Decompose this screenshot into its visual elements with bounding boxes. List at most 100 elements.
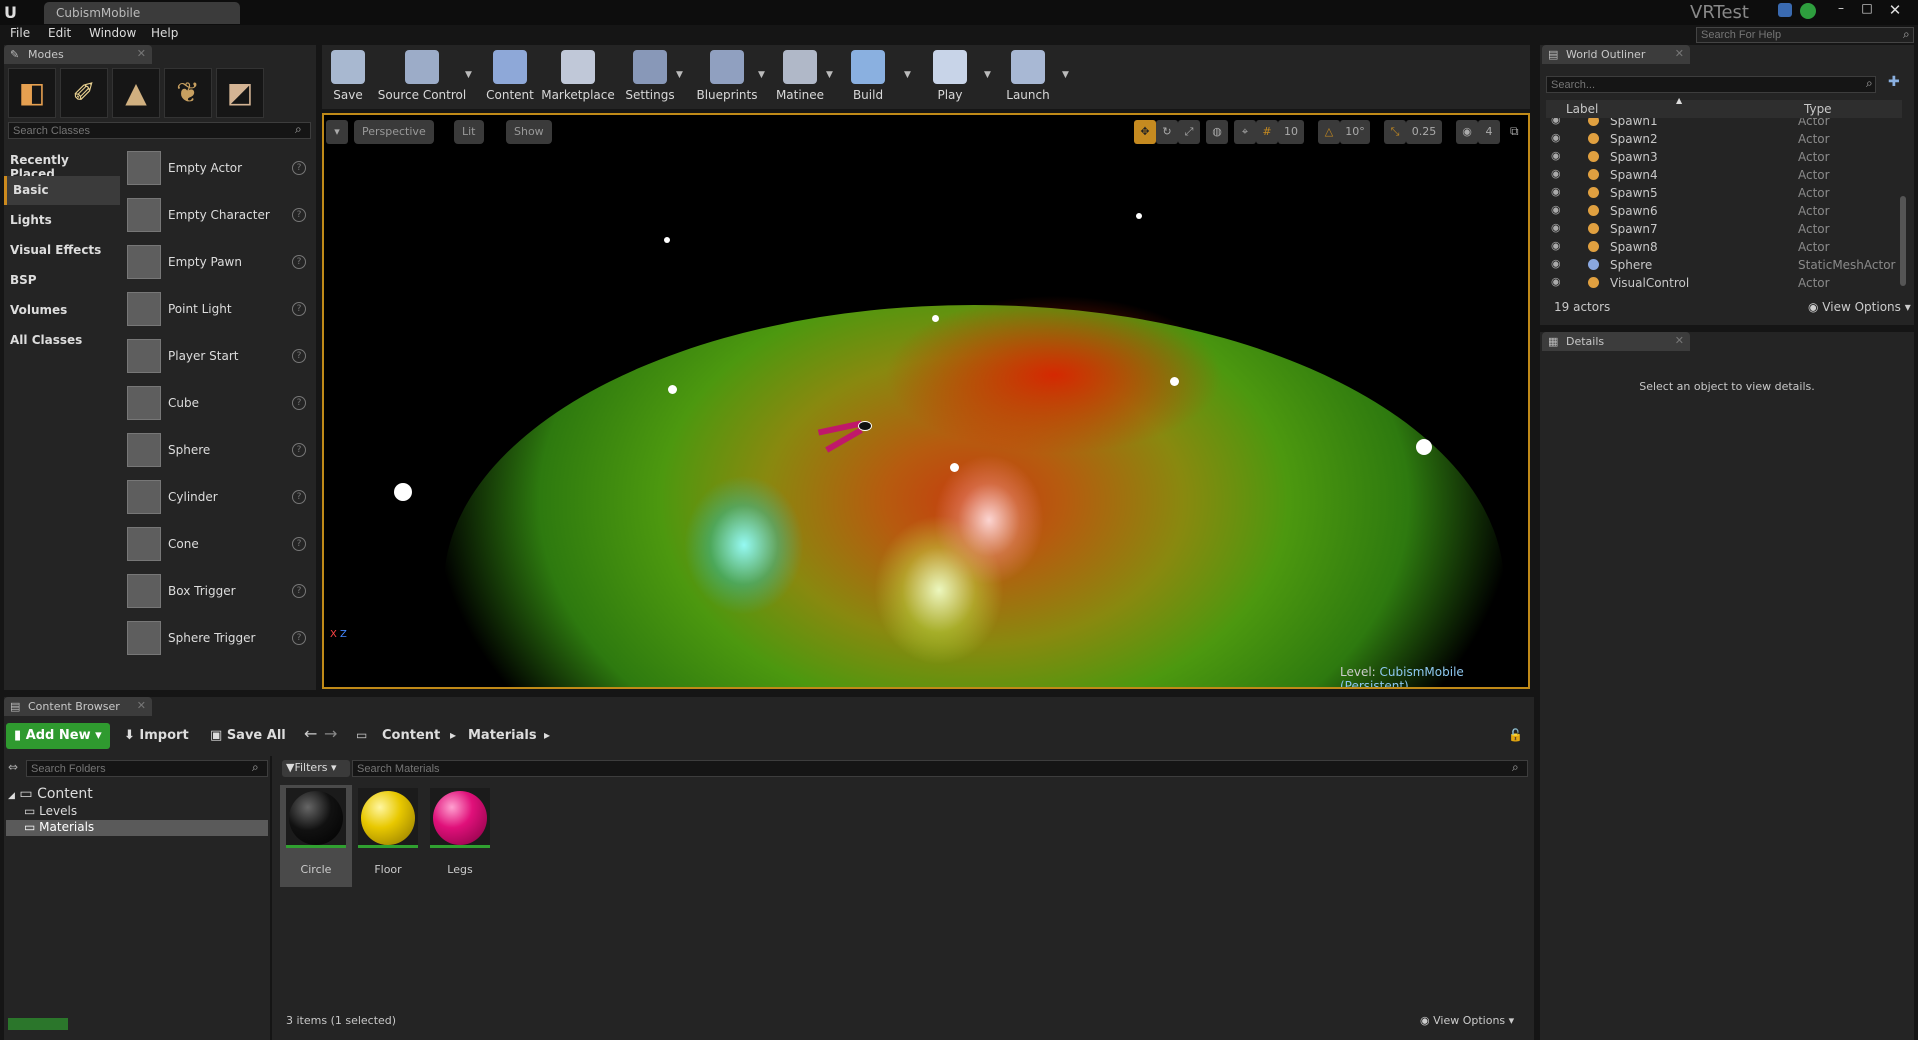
- eye-icon[interactable]: ◉: [1551, 257, 1561, 270]
- source-control-button[interactable]: Source Control: [376, 47, 468, 107]
- search-materials-input[interactable]: [352, 760, 1528, 777]
- notification-icon[interactable]: [1778, 3, 1792, 17]
- eye-icon[interactable]: ◉: [1551, 239, 1561, 252]
- place-item-sphere[interactable]: Sphere?: [124, 429, 316, 473]
- eye-icon[interactable]: ◉: [1551, 185, 1561, 198]
- blueprints-button[interactable]: Blueprints: [694, 47, 760, 107]
- place-item-player-start[interactable]: Player Start?: [124, 335, 316, 379]
- source-control-status-icon[interactable]: [1800, 3, 1816, 19]
- outliner-row[interactable]: ◉ Spawn1 Actor: [1546, 118, 1902, 130]
- spawn-point[interactable]: [668, 385, 677, 394]
- place-item-empty-actor[interactable]: Empty Actor?: [124, 147, 316, 191]
- outliner-row[interactable]: ◉ Spawn6 Actor: [1546, 202, 1902, 220]
- close-tab-icon[interactable]: ✕: [1675, 47, 1684, 60]
- show-button[interactable]: Show: [506, 120, 552, 144]
- column-type[interactable]: Type: [1804, 102, 1832, 116]
- place-item-cylinder[interactable]: Cylinder?: [124, 476, 316, 520]
- chevron-down-icon[interactable]: ▼: [758, 70, 765, 80]
- search-folders-input[interactable]: [26, 760, 268, 777]
- grid-snap-icon[interactable]: #: [1256, 120, 1278, 144]
- outliner-row[interactable]: ◉ Sphere StaticMeshActor: [1546, 256, 1902, 274]
- build-button[interactable]: Build: [842, 47, 894, 107]
- menu-file[interactable]: File: [10, 26, 30, 40]
- spawn-point[interactable]: [932, 315, 939, 322]
- rotate-icon[interactable]: ↻: [1156, 120, 1178, 144]
- eye-icon[interactable]: ◉: [1551, 167, 1561, 180]
- maximize-viewport-icon[interactable]: ⧉: [1510, 124, 1519, 139]
- tab-details[interactable]: ▦ Details ✕: [1542, 332, 1690, 351]
- help-icon[interactable]: ?: [292, 349, 306, 363]
- spawn-point[interactable]: [664, 237, 670, 243]
- document-tab[interactable]: CubismMobile: [44, 2, 240, 24]
- chevron-down-icon[interactable]: ▼: [465, 70, 472, 80]
- tab-world-outliner[interactable]: ▤ World Outliner ✕: [1542, 45, 1690, 64]
- level-viewport[interactable]: X Z Level: CubismMobile (Persistent): [322, 113, 1530, 689]
- spawn-point[interactable]: [950, 463, 959, 472]
- help-icon[interactable]: ?: [292, 490, 306, 504]
- foliage-mode-icon[interactable]: ❦: [164, 68, 212, 118]
- help-icon[interactable]: ?: [292, 302, 306, 316]
- category-volumes[interactable]: Volumes: [4, 296, 120, 325]
- scale-snap-icon[interactable]: ⤡: [1384, 120, 1406, 144]
- eye-icon[interactable]: ◉: [1551, 275, 1561, 288]
- camera-speed-value[interactable]: 4: [1478, 120, 1500, 144]
- asset-legs[interactable]: Legs: [427, 785, 493, 887]
- tree-item-materials[interactable]: ▭ Materials: [24, 820, 94, 834]
- matinee-button[interactable]: Matinee: [772, 47, 828, 107]
- marketplace-button[interactable]: Marketplace: [540, 47, 616, 107]
- surface-snap-icon[interactable]: ⌖: [1234, 120, 1256, 144]
- scale-icon[interactable]: ⤢: [1178, 120, 1200, 144]
- chevron-down-icon[interactable]: ▼: [826, 70, 833, 80]
- chevron-down-icon[interactable]: ▼: [984, 70, 991, 80]
- lock-icon[interactable]: 🔓: [1508, 728, 1523, 742]
- content-button[interactable]: Content: [484, 47, 536, 107]
- category-all-classes[interactable]: All Classes: [4, 326, 120, 355]
- place-item-cone[interactable]: Cone?: [124, 523, 316, 567]
- close-tab-icon[interactable]: ✕: [137, 47, 146, 60]
- place-item-empty-character[interactable]: Empty Character?: [124, 194, 316, 238]
- outliner-row[interactable]: ◉ Spawn4 Actor: [1546, 166, 1902, 184]
- lit-button[interactable]: Lit: [454, 120, 484, 144]
- grid-snap-value[interactable]: 10: [1278, 120, 1304, 144]
- eye-icon[interactable]: ◉: [1551, 221, 1561, 234]
- asset-circle[interactable]: Circle: [283, 785, 349, 887]
- breadcrumb-separator-icon[interactable]: ▸: [450, 728, 456, 742]
- outliner-search-input[interactable]: [1546, 76, 1876, 93]
- outliner-row[interactable]: ◉ Spawn2 Actor: [1546, 130, 1902, 148]
- spawn-point[interactable]: [394, 483, 412, 501]
- save-button[interactable]: Save: [326, 47, 370, 107]
- close-tab-icon[interactable]: ✕: [1675, 334, 1684, 347]
- tab-content-browser[interactable]: ▤ Content Browser ✕: [4, 697, 152, 716]
- geometry-mode-icon[interactable]: ◩: [216, 68, 264, 118]
- settings-button[interactable]: Settings: [622, 47, 678, 107]
- paint-mode-icon[interactable]: ✐: [60, 68, 108, 118]
- category-visual-effects[interactable]: Visual Effects: [4, 236, 120, 265]
- eye-icon[interactable]: ◉: [1551, 131, 1561, 144]
- spawn-point[interactable]: [1136, 213, 1142, 219]
- outliner-row[interactable]: ◉ Spawn5 Actor: [1546, 184, 1902, 202]
- tree-root-content[interactable]: ◢ ▭ Content: [8, 786, 93, 802]
- sources-toggle-icon[interactable]: ⇔: [8, 760, 18, 774]
- outliner-row[interactable]: ◉ Spawn3 Actor: [1546, 148, 1902, 166]
- perspective-button[interactable]: Perspective: [354, 120, 434, 144]
- chevron-down-icon[interactable]: ▼: [1062, 70, 1069, 80]
- search-classes-input[interactable]: [8, 122, 311, 139]
- category-basic[interactable]: Basic: [4, 176, 120, 205]
- asset-floor[interactable]: Floor: [355, 785, 421, 887]
- forward-arrow-icon[interactable]: →: [324, 724, 337, 743]
- help-icon[interactable]: ?: [292, 584, 306, 598]
- minimize-button[interactable]: –: [1830, 1, 1852, 17]
- content-view-options[interactable]: ◉ View Options ▾: [1420, 1014, 1514, 1027]
- menu-window[interactable]: Window: [89, 26, 136, 40]
- category-lights[interactable]: Lights: [4, 206, 120, 235]
- launch-button[interactable]: Launch: [1000, 47, 1056, 107]
- outliner-view-options[interactable]: ◉ View Options ▾: [1808, 300, 1911, 314]
- rotation-snap-value[interactable]: 10°: [1340, 120, 1370, 144]
- help-search-input[interactable]: [1696, 27, 1914, 43]
- outliner-row[interactable]: ◉ Spawn8 Actor: [1546, 238, 1902, 256]
- eye-icon[interactable]: ◉: [1551, 149, 1561, 162]
- place-item-box-trigger[interactable]: Box Trigger?: [124, 570, 316, 614]
- breadcrumb-separator-icon[interactable]: ▸: [544, 728, 550, 742]
- filters-button[interactable]: ▼Filters ▾: [282, 760, 350, 777]
- place-item-empty-pawn[interactable]: Empty Pawn?: [124, 241, 316, 285]
